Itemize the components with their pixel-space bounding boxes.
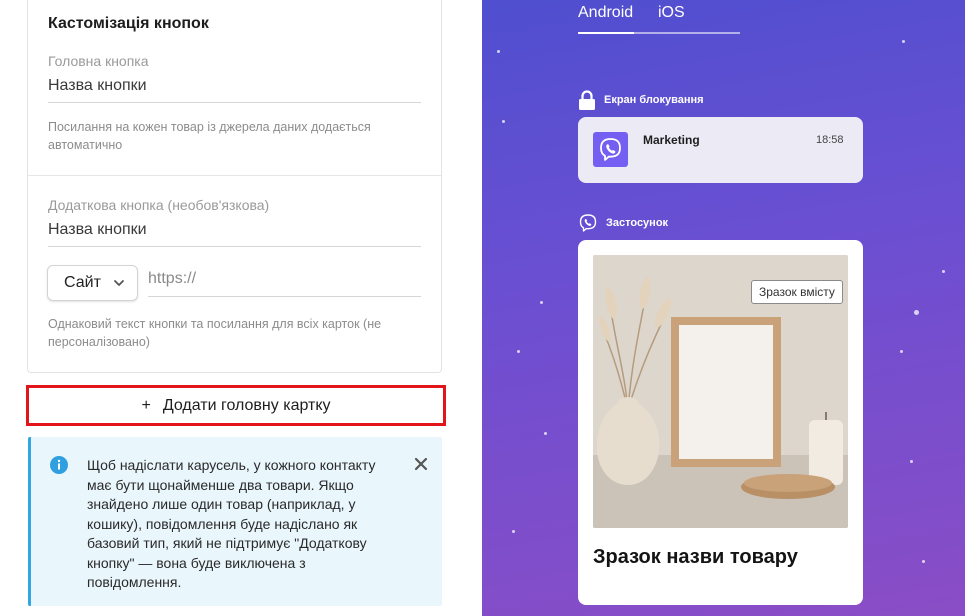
lock-screen-notification: Marketing 18:58 [578,117,863,183]
info-icon [50,456,68,474]
carousel-info-alert: Щоб надіслати карусель, у кожного контак… [28,437,442,606]
close-icon[interactable] [414,457,428,471]
star-decoration [914,310,919,315]
tab-android[interactable]: Android [578,4,634,34]
star-decoration [900,350,903,353]
url-input[interactable]: https:// [148,270,421,297]
card-title: Кастомізація кнопок [48,15,209,32]
star-decoration [497,50,500,53]
lock-screen-heading: Екран блокування [578,90,704,110]
viber-outline-icon [579,214,597,232]
notification-sender: Marketing [643,133,700,147]
app-heading: Застосунок [578,213,668,233]
main-button-hint: Посилання на кожен товар із джерела дани… [48,120,371,152]
settings-panel: Кастомізація кнопок Головна кнопка Назва… [0,0,482,616]
add-main-card-label: Додати головну картку [162,396,331,414]
extra-button-hint: Однаковий текст кнопки та посилання для … [48,317,382,349]
star-decoration [910,460,913,463]
star-decoration [540,301,543,304]
info-text: Щоб надіслати карусель, у кожного контак… [87,457,376,590]
product-image: Зразок вмісту [593,255,848,528]
add-main-card-button[interactable]: + Додати головну картку [26,385,446,426]
star-decoration [502,120,505,123]
tab-ios[interactable]: iOS [634,4,740,34]
preview-panel: Android iOS Екран блокування Marketing 1… [482,0,965,616]
product-title: Зразок назви товару [593,546,798,568]
plus-icon: + [141,396,151,414]
star-decoration [517,350,520,353]
star-decoration [922,560,925,563]
star-decoration [942,270,945,273]
app-label: Застосунок [606,217,669,229]
extra-button-label: Додаткова кнопка (необов'язкова) [48,197,270,213]
star-decoration [544,432,547,435]
platform-tabs: Android iOS [578,4,740,34]
link-type-value: Сайт [64,274,101,291]
button-customization-card: Кастомізація кнопок Головна кнопка Назва… [27,0,442,373]
viber-icon [593,132,628,167]
product-card-preview: Зразок вмісту Зразок назви товару [578,240,863,605]
lock-screen-label: Екран блокування [604,94,704,106]
link-type-select[interactable]: Сайт [47,265,138,301]
main-button-label: Головна кнопка [48,53,149,69]
star-decoration [512,530,515,533]
extra-button-name-input[interactable]: Назва кнопки [48,221,421,247]
main-button-name-input[interactable]: Назва кнопки [48,77,421,103]
divider [28,175,441,176]
lock-icon [579,90,595,110]
sample-content-badge: Зразок вмісту [751,280,843,304]
notification-time: 18:58 [816,134,844,146]
chevron-down-icon [114,280,124,286]
star-decoration [902,40,905,43]
